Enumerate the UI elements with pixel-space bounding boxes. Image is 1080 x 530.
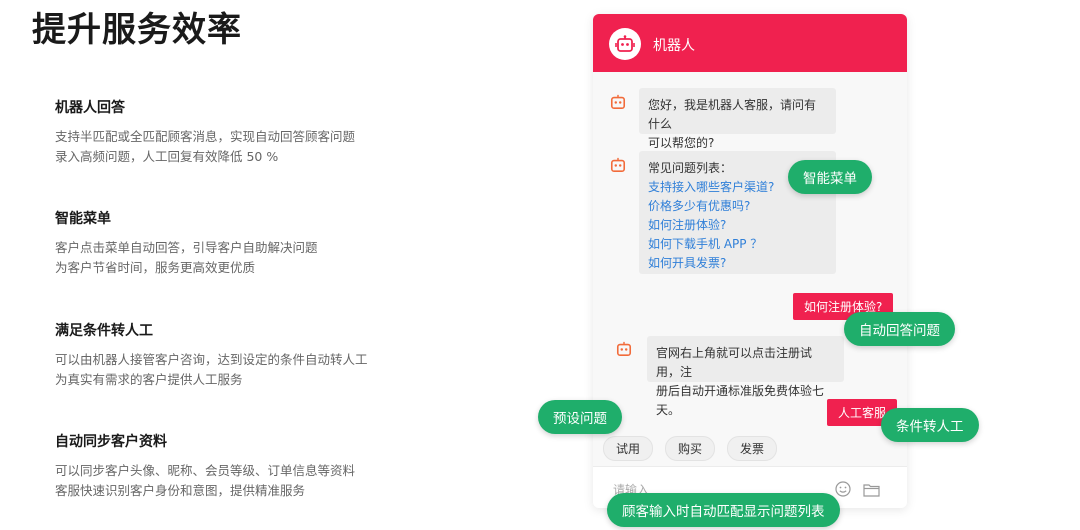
robot-avatar-icon [609, 28, 641, 60]
feature-desc: 客户点击菜单自动回答，引导客户自助解决问题 为客户节省时间，服务更高效更优质 [55, 238, 415, 278]
page-title: 提升服务效率 [32, 10, 242, 50]
feature-desc-line: 支持半匹配或全匹配顾客消息，实现自动回答顾客问题 [55, 129, 356, 144]
robot-icon [615, 341, 633, 357]
bubble-line: 您好，我是机器人客服，请问有什么 [648, 98, 817, 131]
feature-desc-line: 客服快速识别客户身份和意图，提供精准服务 [55, 483, 306, 498]
feature-desc: 支持半匹配或全匹配顾客消息，实现自动回答顾客问题 录入高频问题，人工回复有效降低… [55, 127, 415, 167]
faq-link[interactable]: 如何下载手机 APP ？ [648, 235, 827, 254]
feature-robot-answer: 机器人回答 支持半匹配或全匹配顾客消息，实现自动回答顾客问题 录入高频问题，人工… [55, 97, 415, 167]
feature-transfer-human: 满足条件转人工 可以由机器人接管客户咨询，达到设定的条件自动转人工 为真实有需求… [55, 320, 415, 390]
bubble-line: 官网右上角就可以点击注册试用，注 [656, 346, 813, 379]
feature-desc: 可以同步客户头像、昵称、会员等级、订单信息等资料 客服快速识别客户身份和意图，提… [55, 461, 415, 501]
robot-icon [609, 94, 627, 110]
feature-title: 智能菜单 [55, 211, 111, 227]
feature-title: 机器人回答 [55, 100, 125, 116]
feature-desc: 可以由机器人接管客户咨询，达到设定的条件自动转人工 为真实有需求的客户提供人工服… [55, 350, 415, 390]
bot-answer-bubble: 官网右上角就可以点击注册试用，注 册后自动开通标准版免费体验七天。 [647, 336, 844, 417]
tag-auto-match: 顾客输入时自动匹配显示问题列表 [607, 493, 840, 527]
feature-desc-line: 客户点击菜单自动回答，引导客户自助解决问题 [55, 240, 318, 255]
feature-desc-line: 为真实有需求的客户提供人工服务 [55, 372, 243, 387]
feature-desc-line: 可以同步客户头像、昵称、会员等级、订单信息等资料 [55, 463, 356, 478]
feature-desc-line: 可以由机器人接管客户咨询，达到设定的条件自动转人工 [55, 352, 368, 367]
bot-greeting-bubble: 您好，我是机器人客服，请问有什么 可以帮您的? [639, 88, 836, 150]
folder-icon[interactable] [863, 482, 880, 501]
chat-window: 机器人 您好，我是机器人客服，请问有什么 可以帮您的? 常见问题列表： 支持接入… [593, 14, 907, 508]
robot-icon [609, 157, 627, 173]
feature-desc-line: 为客户节省时间，服务更高效更优质 [55, 260, 256, 275]
feature-desc-line: 录入高频问题，人工回复有效降低 50 % [55, 149, 279, 164]
quick-reply-button[interactable]: 试用 [603, 436, 654, 461]
feature-smart-menu: 智能菜单 客户点击菜单自动回答，引导客户自助解决问题 为客户节省时间，服务更高效… [55, 208, 415, 278]
tag-smart-menu: 智能菜单 [788, 160, 872, 194]
faq-link[interactable]: 如何注册体验? [648, 216, 827, 235]
emoji-icon[interactable] [835, 481, 851, 501]
quick-reply-button[interactable]: 购买 [665, 436, 716, 461]
faq-link[interactable]: 如何开具发票? [648, 254, 827, 273]
bubble-line: 册后自动开通标准版免费体验七天。 [656, 384, 825, 417]
chat-header: 机器人 [593, 14, 907, 72]
faq-link[interactable]: 价格多少有优惠吗? [648, 197, 827, 216]
feature-sync-profile: 自动同步客户资料 可以同步客户头像、昵称、会员等级、订单信息等资料 客服快速识别… [55, 431, 415, 501]
tag-auto-answer: 自动回答问题 [844, 312, 955, 346]
chat-header-name: 机器人 [653, 38, 695, 54]
quick-reply-button[interactable]: 发票 [727, 436, 778, 461]
tag-preset-questions: 预设问题 [538, 400, 622, 434]
tag-transfer-human: 条件转人工 [881, 408, 979, 442]
feature-title: 满足条件转人工 [55, 323, 153, 339]
feature-title: 自动同步客户资料 [55, 434, 167, 450]
quick-reply-bar: 试用 购买 发票 [603, 436, 778, 461]
